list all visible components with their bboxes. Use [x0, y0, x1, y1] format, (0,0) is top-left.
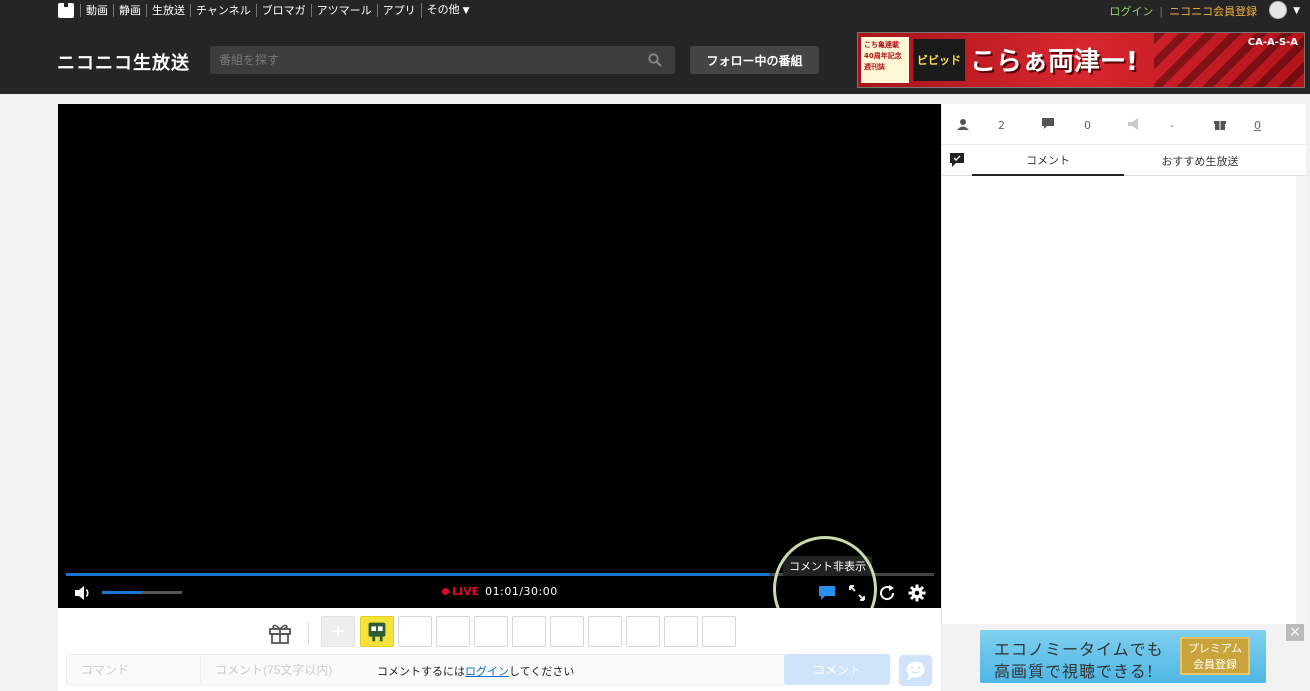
item-slot[interactable]: [664, 616, 698, 647]
nav-item-other[interactable]: その他 ▼: [420, 3, 475, 18]
premium-ad-line2: 高画質で視聴できる!: [994, 662, 1155, 681]
comment-panel: + コメントするにはログインしてください コメント: [58, 608, 941, 691]
item-slot[interactable]: [702, 616, 736, 647]
viewer-icon: [957, 119, 969, 130]
item-slot[interactable]: [550, 616, 584, 647]
nav-item-live[interactable]: 生放送: [146, 4, 190, 17]
top-navigation: 動画 静画 生放送 チャンネル ブロマガ アツマール アプリ その他 ▼ ログイン…: [0, 0, 1310, 22]
emoji-button[interactable]: [899, 655, 932, 686]
site-header: ニコニコ生放送 フォロー中の番組 こち亀連載 40周年記念 週刊誌 ビビッド こ…: [0, 22, 1310, 94]
comment-panel-icon[interactable]: [950, 153, 964, 167]
banner-left-text: こち亀連載 40周年記念 週刊誌: [861, 37, 909, 83]
program-stats: 2 0 - 0: [942, 104, 1307, 144]
smile-icon: [906, 661, 925, 681]
nav-item-app[interactable]: アプリ: [376, 4, 421, 17]
badge-line2: 会員登録: [1193, 658, 1237, 671]
login-prompt-link[interactable]: ログイン: [465, 665, 509, 678]
volume-slider[interactable]: [102, 591, 182, 594]
item-slot[interactable]: [626, 616, 660, 647]
item-slot[interactable]: [474, 616, 508, 647]
item-slot[interactable]: [512, 616, 546, 647]
sidebar: 2 0 - 0 コメント おすすめ生放送: [941, 104, 1307, 624]
nav-item-atsumaru[interactable]: アツマール: [310, 4, 377, 17]
gift-count-icon: [1214, 121, 1226, 130]
premium-ad[interactable]: エコノミータイムでも 高画質で視聴できる! プレミアム 会員登録: [980, 630, 1266, 683]
premium-ad-line1: エコノミータイムでも: [994, 640, 1164, 659]
nav-item-video[interactable]: 動画: [80, 4, 113, 17]
avatar[interactable]: [1269, 1, 1288, 19]
separator: |: [1159, 4, 1164, 18]
login-link[interactable]: ログイン: [1109, 3, 1153, 19]
login-prompt: コメントするにはログインしてください: [377, 663, 574, 679]
banner-ad[interactable]: こち亀連載 40周年記念 週刊誌 ビビッド こらぁ両津ー! CA-A-S-A: [857, 32, 1305, 88]
ad-points: -: [1170, 119, 1174, 132]
ad-megaphone-icon: [1128, 118, 1138, 130]
add-item-button[interactable]: +: [321, 616, 355, 647]
account-links: ログイン | ニコニコ会員登録 ▼: [1109, 1, 1300, 19]
login-prompt-suffix: してください: [509, 665, 575, 678]
gift-count[interactable]: 0: [1254, 119, 1261, 132]
close-icon[interactable]: ×: [1286, 624, 1304, 641]
comment-count: 0: [1084, 119, 1091, 132]
viewer-count: 2: [998, 119, 1005, 132]
follow-programs-button[interactable]: フォロー中の番組: [690, 46, 819, 74]
chevron-down-icon: ▼: [462, 6, 470, 16]
nav-item-seiga[interactable]: 静画: [113, 4, 146, 17]
item-slot[interactable]: [588, 616, 622, 647]
volume-slider-fill: [102, 591, 142, 594]
gift-icon[interactable]: [268, 622, 292, 644]
live-status: LIVE 01:01/30:00: [442, 585, 558, 598]
emote-slot[interactable]: [360, 616, 394, 647]
nav-item-channel[interactable]: チャンネル: [190, 4, 256, 17]
search-icon[interactable]: [648, 53, 662, 67]
reload-icon[interactable]: [878, 584, 896, 602]
banner-corner-text: CA-A-S-A: [1247, 37, 1298, 48]
chevron-down-icon[interactable]: ▼: [1293, 6, 1300, 16]
live-dot-icon: [442, 588, 449, 595]
tab-recommended-live[interactable]: おすすめ生放送: [1124, 145, 1276, 176]
live-label: LIVE: [452, 585, 480, 598]
site-title[interactable]: ニコニコ生放送: [57, 49, 190, 75]
item-slot[interactable]: [436, 616, 470, 647]
emote-character-icon: [368, 622, 386, 642]
tab-comment[interactable]: コメント: [972, 145, 1124, 176]
badge-line1: プレミアム: [1187, 642, 1243, 655]
video-player[interactable]: LIVE 01:01/30:00 コメント非表示: [58, 104, 941, 642]
nav-item-other-label: その他: [426, 3, 460, 16]
register-link[interactable]: ニコニコ会員登録: [1169, 3, 1257, 19]
item-slot[interactable]: [398, 616, 432, 647]
niconico-tv-icon[interactable]: [58, 3, 74, 18]
divider: [308, 622, 309, 644]
gear-icon[interactable]: [908, 584, 926, 602]
login-prompt-prefix: コメントするには: [377, 665, 465, 678]
banner-title: こらぁ両津ー!: [970, 47, 1138, 77]
comment-submit-button[interactable]: コメント: [784, 654, 890, 685]
seek-bar-fill: [66, 573, 770, 576]
comment-count-icon: [1042, 118, 1054, 129]
volume-icon[interactable]: [74, 585, 92, 601]
search-input[interactable]: [210, 46, 675, 74]
comment-list-scrollbar[interactable]: [1296, 176, 1307, 624]
sidebar-tabs: コメント おすすめ生放送: [942, 144, 1307, 176]
nav-item-blomaga[interactable]: ブロマガ: [255, 4, 311, 17]
premium-register-badge[interactable]: プレミアム 会員登録: [1180, 637, 1250, 675]
elapsed-time: 01:01/30:00: [485, 585, 558, 598]
command-input[interactable]: [66, 654, 201, 685]
service-menu: 動画 静画 生放送 チャンネル ブロマガ アツマール アプリ その他 ▼: [80, 3, 475, 18]
banner-mid-text: ビビッド: [913, 39, 965, 81]
